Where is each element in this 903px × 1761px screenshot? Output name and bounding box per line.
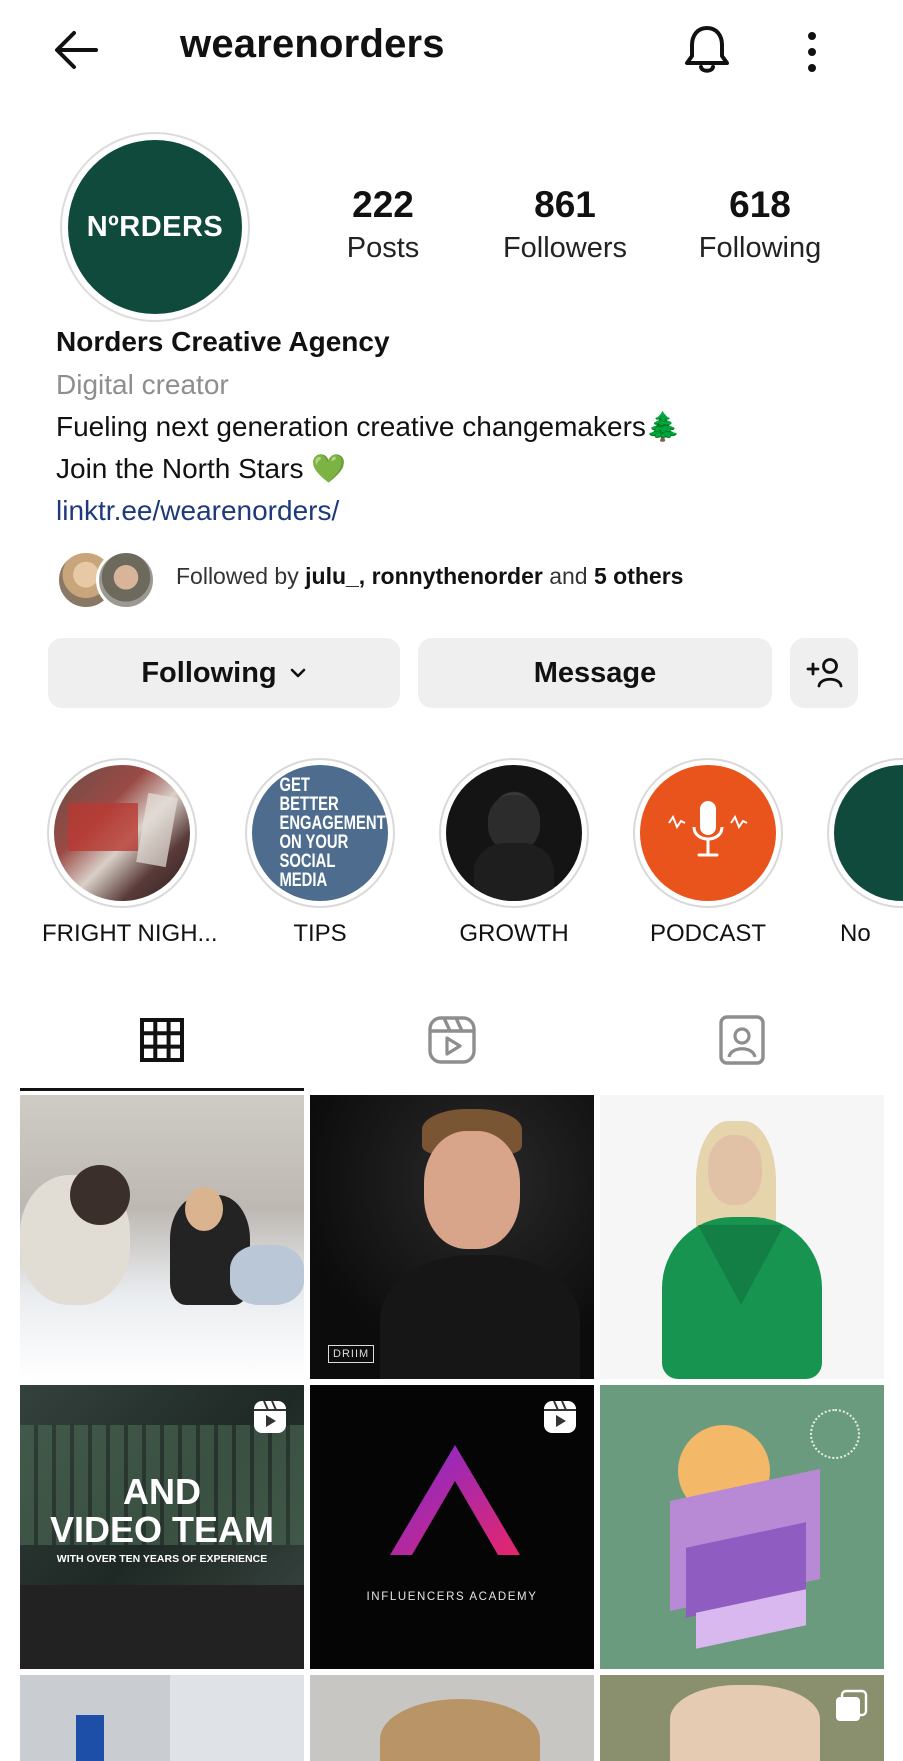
post-overlay-text-mid: VIDEO TEAM [49,1509,274,1550]
followers-count-label: Followers [502,232,628,264]
posts-count: 222 Posts [318,184,448,265]
posts-count-value: 222 [352,184,414,225]
highlight-ring: GET BETTER ENGAGEMENT ON YOUR SOCIAL MED… [245,758,395,908]
following-count[interactable]: 618 Following [680,184,840,265]
highlight-cover [446,765,582,901]
posts-count-label: Posts [346,232,420,264]
following-count-value: 618 [729,184,791,225]
post-thumbnail[interactable] [310,1675,594,1761]
highlight-cover: N [834,765,903,901]
highlight-ring [633,758,783,908]
microphone-icon [668,801,748,857]
post-thumbnail[interactable]: DRIIM [310,1095,594,1379]
reel-badge-icon [544,1400,576,1433]
following-button-label: Following [141,656,277,689]
post-thumbnail[interactable] [600,1385,884,1669]
highlight-tips[interactable]: GET BETTER ENGAGEMENT ON YOUR SOCIAL MED… [240,758,400,948]
post-thumbnail[interactable] [20,1095,304,1379]
highlight-label: GROWTH [459,920,569,947]
highlight-label: No [840,920,871,947]
grid-tab-icon[interactable] [132,1010,192,1070]
reel-badge-icon [254,1400,286,1433]
tips-cover-text: GET BETTER ENGAGEMENT ON YOUR SOCIAL MED… [279,775,386,891]
avatar-logo-text: NºRDERS [86,210,224,243]
carousel-badge-icon [836,1689,868,1721]
followers-count[interactable]: 861 Followers [490,184,640,265]
bio-line-2: Join the North Stars 💚 [56,453,347,484]
highlight-label: TIPS [293,920,347,947]
post-thumbnail[interactable]: AND VIDEO TEAM WITH OVER TEN YEARS OF EX… [20,1385,304,1669]
followers-count-value: 861 [534,184,596,225]
active-tab-indicator [20,1088,304,1091]
highlight-growth[interactable]: GROWTH [434,758,594,948]
post-thumbnail[interactable] [600,1095,884,1379]
highlight-norders[interactable]: N No [822,758,903,948]
following-count-label: Following [698,232,822,264]
message-button-label: Message [533,656,657,689]
bio-link[interactable]: linktr.ee/wearenorders/ [56,489,339,532]
post-thumbnail[interactable] [600,1675,884,1761]
post-thumbnail[interactable]: INFLUENCERS ACADEMY [310,1385,594,1669]
highlight-fright-night[interactable]: FRIGHT NIGH... [42,758,218,948]
highlight-ring [439,758,589,908]
post-overlay-text: INFLUENCERS ACADEMY [366,1591,538,1603]
highlight-cover-letter: N [899,796,903,870]
highlight-cover: GET BETTER ENGAGEMENT ON YOUR SOCIAL MED… [252,765,388,901]
followed-by-others: 5 others [593,563,684,589]
profile-display-name: Norders Creative Agency [56,326,390,357]
tagged-tab-icon[interactable] [712,1010,772,1070]
highlight-label: PODCAST [649,920,766,947]
post-overlay-text-top: AND [123,1471,201,1512]
followed-by-mid: and [549,563,588,589]
mutual-followers-avatars[interactable] [56,550,156,610]
profile-username: wearenorders [180,22,445,66]
profile-category: Digital creator [56,369,229,400]
academy-logo-icon [390,1445,520,1555]
chevron-down-icon [290,668,305,678]
followed-by-text[interactable]: Followed by julu_, ronnythenorder and 5 … [176,563,683,590]
suggested-people-button[interactable] [790,638,858,708]
highlight-ring: N [827,758,903,908]
avatar [96,550,156,610]
bio-line-1: Fueling next generation creative changem… [56,411,681,442]
post-overlay-subtext: WITH OVER TEN YEARS OF EXPERIENCE [56,1553,268,1565]
highlight-label: FRIGHT NIGH... [42,920,218,947]
followed-by-names: julu_, ronnythenorder [305,563,543,589]
post-watermark: DRIIM [328,1345,375,1363]
message-button[interactable]: Message [418,638,772,708]
highlight-podcast[interactable]: PODCAST [628,758,788,948]
post-thumbnail[interactable] [20,1675,304,1761]
back-arrow-icon[interactable] [50,24,102,76]
add-person-icon [806,658,843,688]
reels-tab-icon[interactable] [422,1010,482,1070]
highlight-cover [54,765,190,901]
followed-by-prefix: Followed by [176,563,299,589]
more-options-icon[interactable] [800,28,824,76]
highlight-cover [640,765,776,901]
highlight-clip: N No [820,758,903,998]
profile-avatar[interactable]: NºRDERS [68,140,242,314]
highlight-ring [47,758,197,908]
notification-bell-icon[interactable] [680,22,734,78]
following-button[interactable]: Following [48,638,400,708]
